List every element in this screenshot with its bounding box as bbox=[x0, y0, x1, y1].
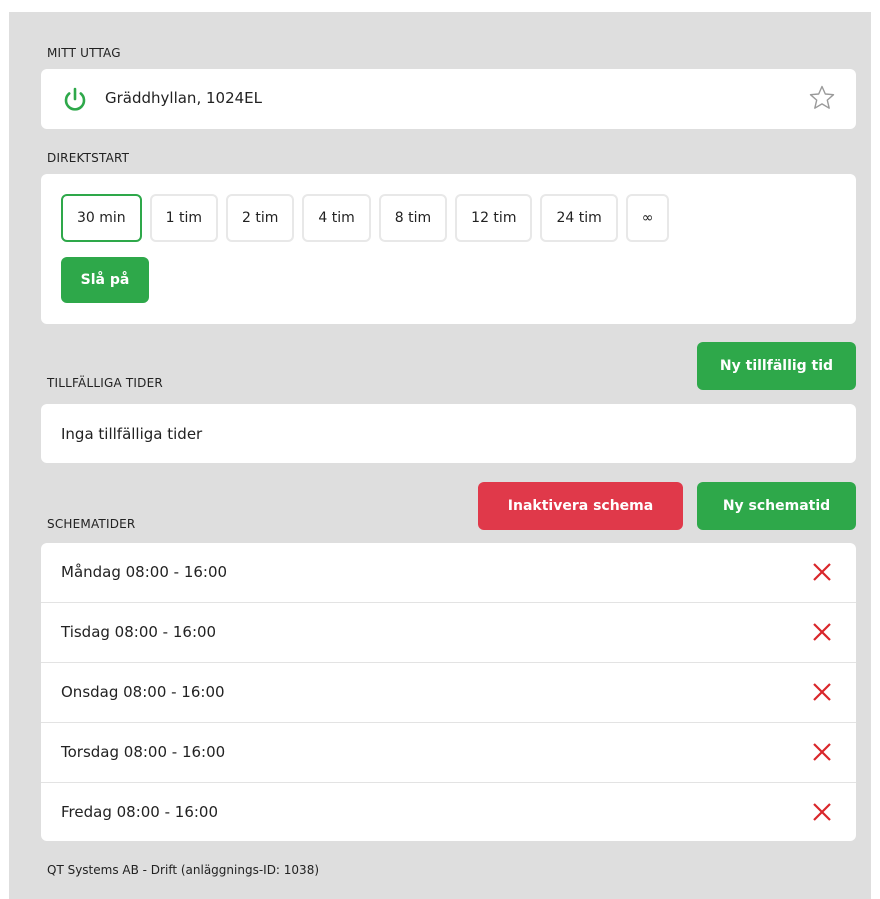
schedule-item-text: Torsdag 08:00 - 16:00 bbox=[61, 743, 226, 761]
turn-on-button[interactable]: Slå på bbox=[61, 257, 149, 303]
close-icon[interactable] bbox=[812, 742, 832, 762]
duration-infinite[interactable]: ∞ bbox=[625, 194, 670, 242]
close-icon[interactable] bbox=[812, 682, 832, 702]
new-schedule-time-button[interactable]: Ny schematid bbox=[697, 482, 856, 530]
schedule-row: Måndag 08:00 - 16:00 bbox=[41, 543, 856, 603]
app-page: MITT UTTAG Gräddhyllan, 1024EL DIREKTSTA… bbox=[9, 12, 871, 899]
schedule-item-text: Måndag 08:00 - 16:00 bbox=[61, 563, 228, 581]
power-icon bbox=[64, 87, 86, 111]
schedule-item-text: Onsdag 08:00 - 16:00 bbox=[61, 683, 225, 701]
schedule-row: Fredag 08:00 - 16:00 bbox=[41, 783, 856, 841]
temporary-times-card: Inga tillfälliga tider bbox=[41, 404, 856, 463]
schedule-item-text: Fredag 08:00 - 16:00 bbox=[61, 803, 219, 821]
close-icon[interactable] bbox=[812, 802, 832, 822]
schedule-item-text: Tisdag 08:00 - 16:00 bbox=[61, 623, 217, 641]
schedule-row: Onsdag 08:00 - 16:00 bbox=[41, 663, 856, 723]
duration-8-tim[interactable]: 8 tim bbox=[378, 194, 448, 242]
duration-24-tim[interactable]: 24 tim bbox=[540, 194, 618, 242]
duration-options: 30 min 1 tim 2 tim 4 tim 8 tim 12 tim 24… bbox=[61, 194, 670, 242]
schedule-section-label: SCHEMATIDER bbox=[47, 517, 136, 531]
temporary-section-label: TILLFÄLLIGA TIDER bbox=[47, 376, 163, 390]
close-icon[interactable] bbox=[812, 622, 832, 642]
duration-1-tim[interactable]: 1 tim bbox=[149, 194, 219, 242]
direct-start-section-label: DIREKTSTART bbox=[47, 151, 130, 165]
new-temporary-time-button[interactable]: Ny tillfällig tid bbox=[697, 342, 856, 390]
outlet-section-label: MITT UTTAG bbox=[47, 46, 121, 60]
duration-12-tim[interactable]: 12 tim bbox=[455, 194, 533, 242]
duration-2-tim[interactable]: 2 tim bbox=[226, 194, 295, 242]
close-icon[interactable] bbox=[812, 562, 832, 582]
schedule-row: Torsdag 08:00 - 16:00 bbox=[41, 723, 856, 783]
duration-4-tim[interactable]: 4 tim bbox=[302, 194, 371, 242]
favorite-star-icon[interactable] bbox=[808, 84, 836, 112]
direct-start-card: 30 min 1 tim 2 tim 4 tim 8 tim 12 tim 24… bbox=[41, 174, 856, 324]
duration-30-min[interactable]: 30 min bbox=[61, 194, 142, 242]
schedule-list: Måndag 08:00 - 16:00 Tisdag 08:00 - 16:0… bbox=[41, 543, 856, 841]
schedule-row: Tisdag 08:00 - 16:00 bbox=[41, 603, 856, 663]
footer-text: QT Systems AB - Drift (anläggnings-ID: 1… bbox=[47, 863, 320, 877]
outlet-name: Gräddhyllan, 1024EL bbox=[105, 89, 262, 107]
outlet-card: Gräddhyllan, 1024EL bbox=[41, 69, 856, 129]
deactivate-schedule-button[interactable]: Inaktivera schema bbox=[478, 482, 683, 530]
temporary-empty-text: Inga tillfälliga tider bbox=[61, 425, 203, 443]
